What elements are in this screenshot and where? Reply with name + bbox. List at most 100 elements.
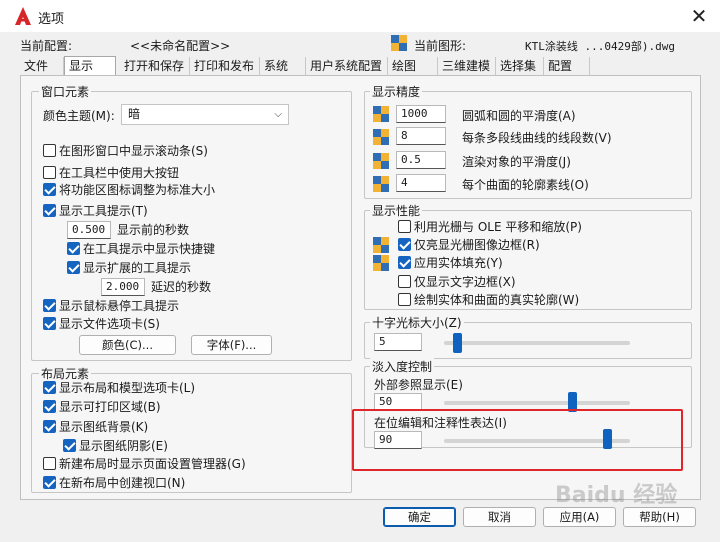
crosshair-size-slider-thumb[interactable] — [452, 333, 462, 353]
ok-button[interactable]: 确定 — [383, 507, 456, 527]
checkbox-box — [43, 400, 56, 413]
text-frame-checkbox[interactable]: 仅显示文字边框(X) — [398, 275, 516, 291]
checkbox-label: 显示图纸阴影(E) — [79, 439, 168, 453]
arc-smoothness-input[interactable]: 1000 — [396, 105, 446, 123]
drawing-file-icon — [391, 35, 407, 51]
tab-selection[interactable]: 选择集 — [496, 57, 544, 76]
tab-display[interactable]: 显示 — [64, 56, 116, 76]
fonts-button[interactable]: 字体(F)... — [191, 335, 272, 355]
apply-button[interactable]: 应用(A) — [543, 507, 616, 527]
crosshair-size-input[interactable]: 5 — [374, 333, 422, 351]
checkbox-box — [398, 256, 411, 269]
resize-icons-checkbox[interactable]: 将功能区图标调整为标准大小 — [43, 183, 215, 199]
checkbox-box — [43, 166, 56, 179]
display-performance-title: 显示性能 — [370, 202, 423, 219]
tooltip-delay-input[interactable]: 0.500 — [67, 221, 111, 239]
scrollbars-checkbox[interactable]: 在图形窗口中显示滚动条(S) — [43, 144, 208, 160]
arc-smoothness-label: 圆弧和圆的平滑度(A) — [462, 109, 576, 123]
extended-tips-checkbox[interactable]: 显示扩展的工具提示 — [67, 261, 191, 277]
polyline-segments-input[interactable]: 8 — [396, 127, 446, 145]
current-drawing-value: KTL涂装线 ...0429部).dwg — [525, 40, 675, 53]
current-drawing-label: 当前图形: — [414, 39, 467, 53]
checkbox-box — [63, 439, 76, 452]
checkbox-label: 显示布局和模型选项卡(L) — [59, 381, 196, 395]
tooltip-delay-label: 显示前的秒数 — [117, 223, 190, 237]
tab-3d-modeling[interactable]: 三维建模 — [438, 57, 496, 76]
checkbox-label: 新建布局时显示页面设置管理器(G) — [59, 457, 246, 471]
cancel-button[interactable]: 取消 — [463, 507, 536, 527]
checkbox-label: 仅显示文字边框(X) — [414, 275, 516, 289]
chevron-down-icon: ⌵ — [274, 109, 282, 120]
colors-button[interactable]: 颜色(C)... — [79, 335, 176, 355]
window-elements-title: 窗口元素 — [39, 83, 92, 100]
drawing-settings-icon — [373, 255, 389, 271]
tab-strip: 文件 显示 打开和保存 打印和发布 系统 用户系统配置 绘图 三维建模 选择集 … — [20, 56, 610, 76]
tab-user-preferences[interactable]: 用户系统配置 — [306, 57, 388, 76]
display-resolution-title: 显示精度 — [370, 83, 423, 100]
color-theme-label: 颜色主题(M): — [43, 109, 115, 123]
render-smoothness-label: 渲染对象的平滑度(J) — [462, 155, 571, 169]
raster-frame-checkbox[interactable]: 仅亮显光栅图像边框(R) — [398, 238, 540, 254]
checkbox-box — [43, 420, 56, 433]
shortcut-keys-checkbox[interactable]: 在工具提示中显示快捷键 — [67, 242, 215, 258]
true-silhouettes-checkbox[interactable]: 绘制实体和曲面的真实轮廓(W) — [398, 293, 579, 309]
drawing-settings-icon — [373, 129, 389, 145]
close-icon[interactable]: ✕ — [686, 3, 712, 29]
drawing-settings-icon — [373, 153, 389, 169]
annotation-highlight-box — [352, 409, 683, 471]
checkbox-label: 将功能区图标调整为标准大小 — [59, 183, 216, 197]
checkbox-label: 在工具栏中使用大按钮 — [59, 166, 180, 180]
checkbox-box — [43, 381, 56, 394]
checkbox-box — [43, 144, 56, 157]
color-theme-select[interactable]: 暗 ⌵ — [121, 104, 289, 125]
extended-delay-label: 延迟的秒数 — [151, 280, 212, 294]
tab-drafting[interactable]: 绘图 — [388, 57, 438, 76]
contour-lines-label: 每个曲面的轮廓素线(O) — [462, 178, 589, 192]
layout-tabs-checkbox[interactable]: 显示布局和模型选项卡(L) — [43, 381, 195, 397]
paper-background-checkbox[interactable]: 显示图纸背景(K) — [43, 420, 148, 436]
create-viewport-checkbox[interactable]: 在新布局中创建视口(N) — [43, 476, 185, 492]
pan-zoom-raster-checkbox[interactable]: 利用光栅与 OLE 平移和缩放(P) — [398, 220, 582, 236]
polyline-segments-label: 每条多段线曲线的线段数(V) — [462, 131, 612, 145]
checkbox-box — [398, 275, 411, 288]
drawing-settings-icon — [373, 106, 389, 122]
file-tabs-checkbox[interactable]: 显示文件选项卡(S) — [43, 317, 160, 333]
checkbox-box — [398, 238, 411, 251]
checkbox-label: 在新布局中创建视口(N) — [59, 476, 186, 490]
printable-area-checkbox[interactable]: 显示可打印区域(B) — [43, 400, 161, 416]
tab-plot-publish[interactable]: 打印和发布 — [190, 57, 260, 76]
checkbox-box — [43, 183, 56, 196]
checkbox-label: 显示鼠标悬停工具提示 — [59, 299, 180, 313]
crosshair-size-slider-track[interactable] — [444, 341, 630, 345]
contour-lines-input[interactable]: 4 — [396, 174, 446, 192]
large-buttons-checkbox[interactable]: 在工具栏中使用大按钮 — [43, 166, 179, 182]
checkbox-label: 应用实体填充(Y) — [414, 256, 503, 270]
xref-fade-slider-track[interactable] — [444, 401, 630, 405]
checkbox-box — [43, 317, 56, 330]
tab-files[interactable]: 文件 — [20, 57, 64, 76]
checkbox-label: 显示工具提示(T) — [59, 204, 148, 218]
extended-delay-input[interactable]: 2.000 — [101, 278, 145, 296]
tab-profiles[interactable]: 配置 — [544, 57, 590, 76]
checkbox-label: 显示扩展的工具提示 — [83, 261, 192, 275]
drawing-settings-icon — [373, 237, 389, 253]
render-smoothness-input[interactable]: 0.5 — [396, 151, 446, 169]
checkbox-box — [43, 299, 56, 312]
checkbox-label: 显示可打印区域(B) — [59, 400, 161, 414]
checkbox-box — [67, 242, 80, 255]
color-theme-value: 暗 — [128, 107, 141, 121]
checkbox-label: 绘制实体和曲面的真实轮廓(W) — [414, 293, 580, 307]
checkbox-box — [398, 293, 411, 306]
page-setup-checkbox[interactable]: 新建布局时显示页面设置管理器(G) — [43, 457, 246, 473]
rollover-tooltips-checkbox[interactable]: 显示鼠标悬停工具提示 — [43, 299, 179, 315]
title-bar — [0, 0, 720, 32]
tab-system[interactable]: 系统 — [260, 57, 306, 76]
tab-open-save[interactable]: 打开和保存 — [120, 57, 190, 76]
checkbox-label: 显示文件选项卡(S) — [59, 317, 160, 331]
help-button[interactable]: 帮助(H) — [623, 507, 696, 527]
display-tab-panel: 窗口元素 颜色主题(M): 暗 ⌵ 在图形窗口中显示滚动条(S) 在工具栏中使用… — [20, 75, 701, 500]
paper-shadow-checkbox[interactable]: 显示图纸阴影(E) — [63, 439, 168, 455]
tooltips-checkbox[interactable]: 显示工具提示(T) — [43, 204, 148, 220]
window-title: 选项 — [38, 12, 65, 27]
solid-fill-checkbox[interactable]: 应用实体填充(Y) — [398, 256, 503, 272]
